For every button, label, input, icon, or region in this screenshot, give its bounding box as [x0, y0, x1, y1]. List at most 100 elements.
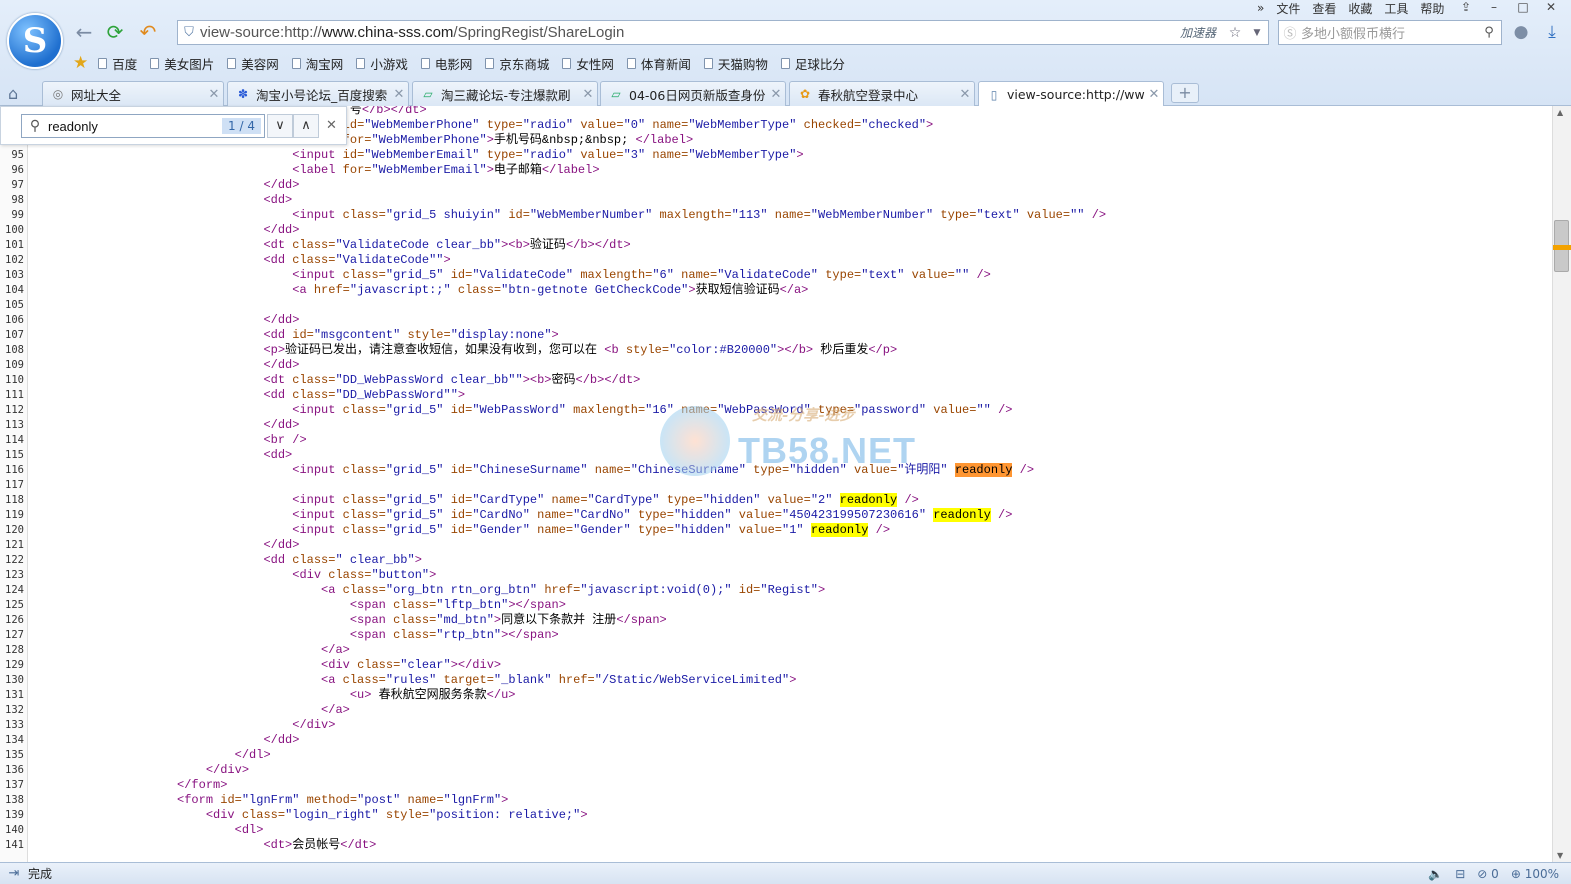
- globe-icon: ◎: [52, 87, 64, 101]
- tab[interactable]: ▱ 淘三藏论坛-专注爆款刷 ✕: [412, 81, 598, 106]
- scroll-down-icon[interactable]: ▼: [1557, 851, 1563, 860]
- close-tab-icon[interactable]: ✕: [390, 87, 408, 102]
- menu-view[interactable]: 查看: [1312, 0, 1336, 17]
- more-chevron-icon[interactable]: »: [1257, 1, 1264, 15]
- code-line: </dd>: [263, 178, 300, 192]
- find-input[interactable]: readonly: [48, 119, 222, 134]
- line-number: 102: [5, 254, 24, 266]
- search-icon[interactable]: ⚲: [1477, 25, 1501, 40]
- chat-icon[interactable]: ●: [1510, 22, 1532, 44]
- find-input-box[interactable]: ⚲ readonly 1 / 4: [21, 114, 265, 138]
- close-window-icon[interactable]: ✕: [1540, 0, 1562, 16]
- page-icon: [150, 57, 160, 69]
- home-icon[interactable]: ⌂: [8, 84, 18, 103]
- menu-help[interactable]: 帮助: [1420, 0, 1444, 17]
- sidebar-toggle-icon[interactable]: ⇥: [0, 866, 28, 881]
- tab-title: 淘三藏论坛-专注爆款刷: [441, 87, 571, 103]
- tab[interactable]: ◎ 网址大全 ✕: [42, 81, 224, 106]
- bookmark-label: 淘宝网: [305, 56, 344, 72]
- close-tab-icon[interactable]: ✕: [956, 87, 974, 102]
- code-line: <p>验证码已发出，请注意查收短信，如果没有收到，您可以在 <b style="…: [263, 343, 898, 357]
- search-box[interactable]: Ⓢ 多地小额假币横行 ⚲: [1278, 20, 1502, 45]
- new-tab-button[interactable]: +: [1171, 83, 1199, 103]
- bookmark-item[interactable]: 京东商城: [485, 54, 549, 73]
- line-number: 114: [5, 434, 24, 446]
- tab-active[interactable]: ▯ view-source:http://ww ✕: [978, 81, 1164, 107]
- code-line: <a href="javascript:;" class="btn-getnot…: [292, 283, 809, 297]
- code-line: <input class="grid_5" id="Gender" name="…: [292, 523, 891, 537]
- menu-favorites[interactable]: 收藏: [1348, 0, 1372, 17]
- code-line: <a class="rules" target="_blank" href="/…: [321, 673, 797, 687]
- search-icon: ⚲: [29, 118, 41, 134]
- source-view[interactable]: 9495969798991001011021031041051061071081…: [0, 106, 1552, 862]
- scroll-up-icon[interactable]: ▲: [1557, 108, 1563, 117]
- zoom-level[interactable]: ⊕ 100%: [1511, 867, 1559, 881]
- bookmark-item[interactable]: 小游戏: [356, 54, 408, 73]
- line-number: 140: [5, 824, 24, 836]
- close-tab-icon[interactable]: ✕: [579, 87, 597, 102]
- menu-file[interactable]: 文件: [1276, 0, 1300, 17]
- search-input[interactable]: 多地小额假币横行: [1301, 23, 1477, 42]
- sogou-browser-logo[interactable]: S: [7, 13, 63, 69]
- tab[interactable]: ✽ 淘宝小号论坛_百度搜索 ✕: [227, 81, 409, 106]
- line-number: 104: [5, 284, 24, 296]
- back-arrow-icon[interactable]: ←: [72, 20, 96, 44]
- skin-icon[interactable]: ⇪: [1455, 0, 1477, 16]
- code-line: </a>: [321, 703, 350, 717]
- page-icon: [626, 57, 636, 69]
- line-number: 138: [5, 794, 24, 806]
- maximize-icon[interactable]: □: [1512, 0, 1534, 16]
- tab[interactable]: ▱ 04-06日网页新版查身份 ✕: [600, 81, 786, 106]
- code-line: <dd class="ValidateCode"">: [263, 253, 451, 267]
- bookmark-item[interactable]: 足球比分: [780, 54, 845, 73]
- bookmark-item[interactable]: 淘宝网: [291, 54, 344, 73]
- code-line: </dd>: [263, 733, 300, 747]
- line-number: 100: [5, 224, 24, 236]
- dropdown-arrow-icon[interactable]: ▼: [1246, 28, 1268, 38]
- status-bar: ⇥ 完成 🔈 ⊟ ⊘ 0 ⊕ 100%: [0, 862, 1571, 884]
- bookmark-item[interactable]: 百度: [98, 54, 137, 73]
- accelerator-label[interactable]: 加速器: [1180, 24, 1216, 41]
- line-number: 115: [5, 449, 24, 461]
- line-number: 131: [5, 689, 24, 701]
- bookmark-item[interactable]: 电影网: [420, 54, 472, 73]
- close-tab-icon[interactable]: ✕: [767, 87, 785, 102]
- close-tab-icon[interactable]: ✕: [205, 87, 223, 102]
- bookmark-item[interactable]: 天猫购物: [703, 54, 768, 73]
- prev-match-chevron-up-icon[interactable]: ∧: [293, 114, 319, 138]
- minimize-icon[interactable]: –: [1483, 0, 1505, 16]
- volume-icon[interactable]: 🔈: [1428, 867, 1443, 881]
- menu-tools[interactable]: 工具: [1384, 0, 1408, 17]
- close-find-icon[interactable]: ✕: [326, 118, 337, 133]
- next-match-chevron-down-icon[interactable]: ∨: [267, 114, 293, 138]
- code-line: </form>: [177, 778, 228, 792]
- line-number: 137: [5, 779, 24, 791]
- vertical-scrollbar[interactable]: ▲ ▼: [1552, 106, 1571, 862]
- zoom-value: 100%: [1524, 866, 1559, 881]
- line-number: 127: [5, 629, 24, 641]
- line-number: 97: [11, 179, 24, 191]
- close-tab-icon[interactable]: ✕: [1145, 87, 1163, 102]
- tab[interactable]: ✿ 春秋航空登录中心 ✕: [789, 81, 975, 106]
- adblock-count[interactable]: ⊘ 0: [1477, 867, 1499, 881]
- toolbox-icon[interactable]: ⊟: [1455, 867, 1465, 881]
- undo-close-icon[interactable]: ↶: [136, 20, 160, 44]
- code-line: <span class="rtp_btn"></span>: [349, 628, 559, 642]
- line-number: 130: [5, 674, 24, 686]
- download-icon[interactable]: ⤓: [1541, 22, 1563, 44]
- bookmark-item[interactable]: 美容网: [227, 54, 279, 73]
- address-url[interactable]: view-source:http://www.china-sss.com/Spr…: [200, 24, 1180, 41]
- bookmark-item[interactable]: 体育新闻: [626, 54, 691, 73]
- bookmark-item[interactable]: 女性网: [562, 54, 614, 73]
- line-number: 101: [5, 239, 24, 251]
- favorite-star-icon[interactable]: ☆: [1224, 25, 1246, 41]
- code-line: </dd>: [263, 313, 300, 327]
- line-number: 120: [5, 524, 24, 536]
- spring-airlines-icon: ✿: [799, 87, 811, 101]
- baidu-paw-icon: ✽: [237, 87, 249, 101]
- address-bar[interactable]: ⛉ view-source:http://www.china-sss.com/S…: [177, 20, 1269, 45]
- bookmark-item[interactable]: 美女图片: [150, 54, 214, 73]
- line-number: 134: [5, 734, 24, 746]
- refresh-icon[interactable]: ⟳: [103, 20, 127, 44]
- favorites-star-icon[interactable]: ★: [73, 53, 88, 73]
